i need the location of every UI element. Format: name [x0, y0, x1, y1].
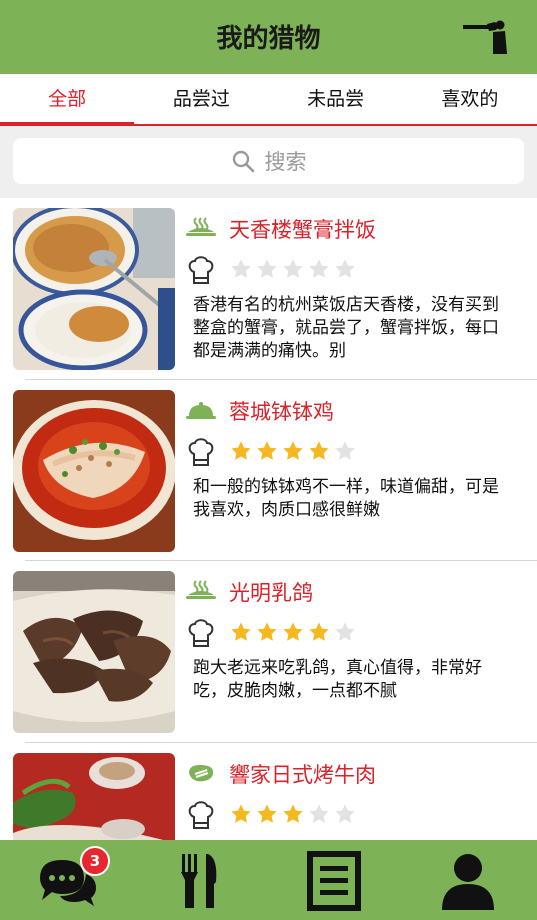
star-filled-icon — [231, 441, 251, 460]
search-bar: 搜索 — [0, 126, 537, 198]
tab-liked[interactable]: 喜欢的 — [403, 74, 537, 124]
star-empty-icon — [309, 804, 329, 823]
dish-photo — [13, 753, 175, 840]
star-empty-icon — [257, 259, 277, 278]
item-description: 跑大老远来吃乳鸽，真心值得，非常好吃，皮脆肉嫩，一点都不腻 — [193, 658, 482, 701]
filter-tabs: 全部 品尝过 未品尝 喜欢的 — [0, 74, 537, 126]
rating-stars — [230, 258, 356, 280]
page-title: 我的猎物 — [216, 24, 321, 54]
star-filled-icon — [283, 441, 303, 460]
app-header: 我的猎物 — [0, 0, 537, 74]
star-empty-icon — [335, 804, 355, 823]
rating-stars — [230, 803, 356, 825]
list-icon[interactable] — [302, 850, 366, 912]
list-item[interactable]: 天香楼蟹膏拌饭 香港有名的杭州菜饭店天香楼，没有买到整盒的蟹膏，就品尝了，蟹膏拌… — [0, 198, 537, 378]
star-empty-icon — [309, 259, 329, 278]
item-name: 響家日式烤牛肉 — [229, 763, 376, 787]
star-filled-icon — [231, 622, 251, 641]
list-item[interactable]: 光明乳鸽 跑大老远来吃乳鸽，真心值得，非常好吃，皮脆肉嫩，一点都不腻 — [0, 561, 537, 741]
list-item[interactable]: 蓉城钵钵鸡 和一般的钵钵鸡不一样，味道偏甜，可是我喜欢，肉质口感很鲜嫩 — [0, 380, 537, 560]
star-filled-icon — [309, 441, 329, 460]
chef-hat-icon — [188, 438, 214, 466]
item-description: 和一般的钵钵鸡不一样，味道偏甜，可是我喜欢，肉质口感很鲜嫩 — [193, 477, 499, 520]
prey-list: 天香楼蟹膏拌饭 香港有名的杭州菜饭店天香楼，没有买到整盒的蟹膏，就品尝了，蟹膏拌… — [0, 198, 537, 840]
star-filled-icon — [231, 804, 251, 823]
star-filled-icon — [283, 622, 303, 641]
tab-untasted[interactable]: 未品尝 — [269, 74, 403, 124]
star-filled-icon — [257, 804, 277, 823]
covered-dish-icon — [186, 402, 216, 419]
item-name: 光明乳鸽 — [229, 581, 313, 605]
dish-photo — [13, 390, 175, 552]
tab-tasted[interactable]: 品尝过 — [134, 74, 268, 124]
search-input[interactable]: 搜索 — [13, 138, 524, 184]
dish-photo — [13, 208, 175, 370]
hunter-rifle-icon[interactable] — [463, 20, 509, 54]
bottom-nav — [0, 840, 537, 920]
chef-hat-icon — [188, 256, 214, 284]
steaming-dish-icon — [186, 217, 216, 236]
rating-stars — [230, 440, 356, 462]
item-name: 蓉城钵钵鸡 — [229, 400, 334, 424]
search-placeholder: 搜索 — [264, 150, 307, 174]
star-empty-icon — [283, 259, 303, 278]
steaming-dish-icon — [186, 580, 216, 599]
star-empty-icon — [335, 441, 355, 460]
star-filled-icon — [309, 622, 329, 641]
list-item[interactable]: 響家日式烤牛肉 — [0, 743, 537, 840]
item-name: 天香楼蟹膏拌饭 — [229, 218, 376, 242]
chef-hat-icon — [188, 619, 214, 647]
dish-photo — [13, 571, 175, 733]
star-filled-icon — [283, 804, 303, 823]
item-description: 香港有名的杭州菜饭店天香楼，没有买到整盒的蟹膏，就品尝了，蟹膏拌饭，每口都是满满… — [193, 295, 499, 361]
star-empty-icon — [335, 259, 355, 278]
star-filled-icon — [257, 622, 277, 641]
search-icon — [232, 150, 254, 173]
star-empty-icon — [231, 259, 251, 278]
messages-badge: 3 — [80, 846, 110, 876]
rating-stars — [230, 621, 356, 643]
tab-all[interactable]: 全部 — [0, 74, 135, 126]
star-filled-icon — [257, 441, 277, 460]
fork-knife-icon[interactable] — [168, 850, 232, 912]
user-icon[interactable] — [436, 850, 500, 912]
star-empty-icon — [335, 622, 355, 641]
chef-hat-icon — [188, 801, 214, 829]
steak-icon — [189, 765, 214, 782]
